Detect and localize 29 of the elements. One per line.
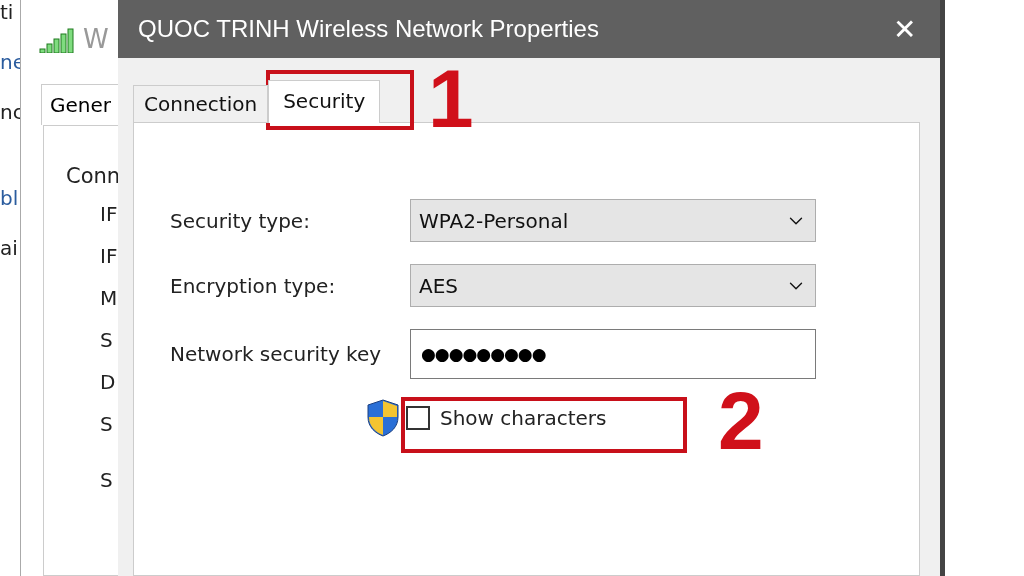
signal-bars-icon — [39, 25, 75, 53]
label-text: ti — [0, 0, 15, 26]
tab[interactable]: Gener — [41, 84, 120, 125]
shield-icon — [366, 399, 400, 437]
field-label: S — [100, 468, 114, 494]
field-label: IF — [100, 244, 119, 270]
step-number: 1 — [428, 58, 474, 140]
field-label: S — [100, 328, 114, 354]
tab[interactable]: Security — [268, 80, 381, 123]
tab[interactable]: Connection — [133, 85, 269, 123]
link-text[interactable]: bl — [0, 186, 20, 236]
field-label: Network security key — [170, 342, 383, 366]
window-title: W — [83, 24, 109, 54]
field-label: IF — [100, 202, 119, 228]
window-title: QUOC TRINH Wireless Network Properties — [138, 15, 599, 43]
checkbox-label: Show characters — [440, 406, 607, 430]
label-text: ai — [0, 236, 19, 262]
field-label: Security type: — [170, 208, 311, 233]
checkbox[interactable] — [406, 406, 430, 430]
step-number: 2 — [718, 380, 764, 462]
close-button[interactable]: ✕ — [889, 12, 920, 46]
field-label: D — [100, 370, 117, 396]
password-field[interactable]: ●●●●●●●●● — [410, 329, 816, 379]
dropdown[interactable]: AES — [410, 264, 816, 307]
field-label: M — [100, 286, 119, 312]
field-label: Encryption type: — [170, 273, 337, 298]
field-label: S — [100, 412, 114, 438]
dropdown[interactable]: WPA2-Personal — [410, 199, 816, 242]
section-heading: Conn — [66, 164, 122, 188]
